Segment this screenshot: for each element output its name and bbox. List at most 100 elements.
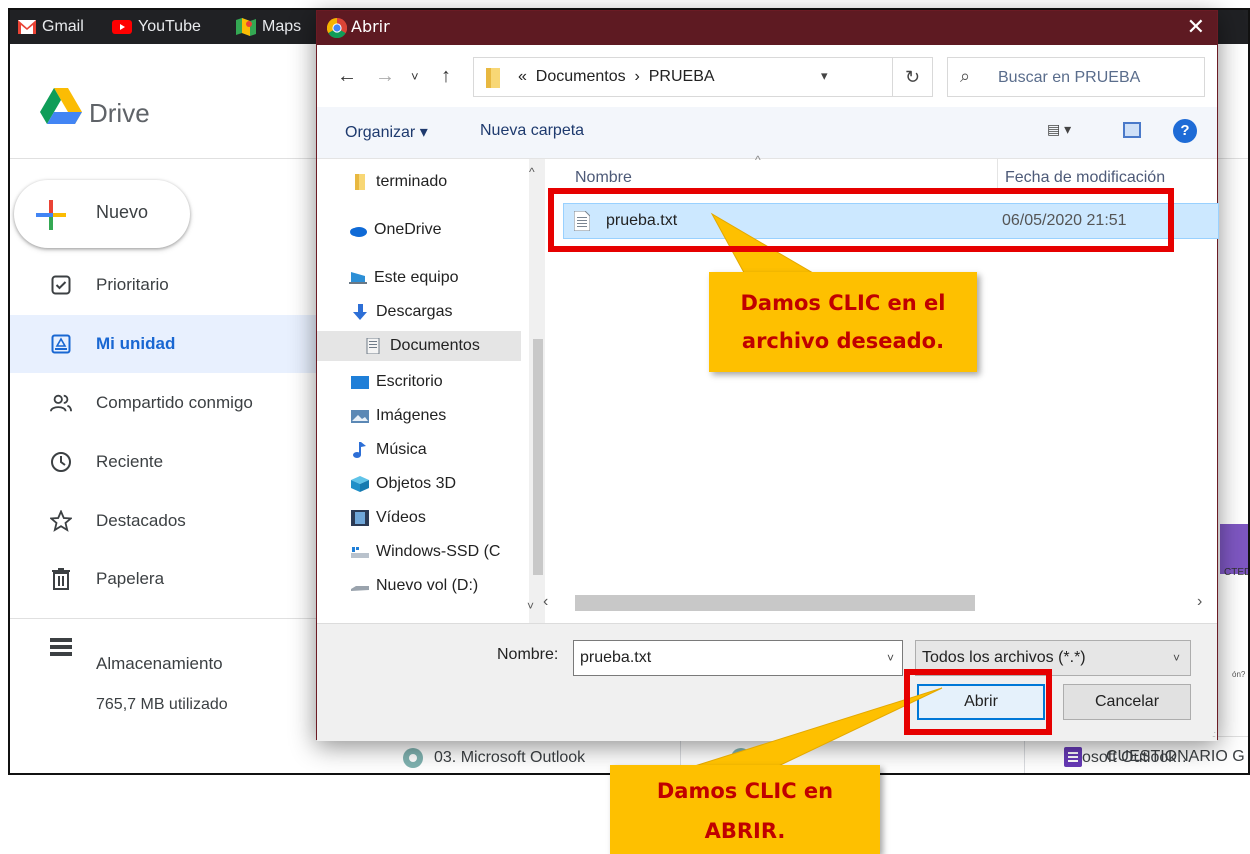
nav-item-prioritario[interactable]: Prioritario: [10, 256, 318, 314]
nav-pane-item[interactable]: Windows-SSD (C: [351, 537, 500, 567]
filename-value: prueba.txt: [580, 649, 652, 666]
forward-arrow-icon[interactable]: →: [375, 65, 395, 88]
breadcrumb: « Documentos › PRUEBA: [518, 68, 715, 86]
view-options-icon[interactable]: ▤ ▾: [1047, 121, 1071, 138]
bookmark-label: YouTube: [138, 18, 201, 35]
callout-line: Damos CLIC en: [656, 779, 834, 803]
nav-pane-item[interactable]: Escritorio: [351, 367, 443, 397]
breadcrumb-item[interactable]: Documentos: [536, 68, 626, 85]
nav-pane-label: Documentos: [390, 337, 480, 354]
scroll-up-icon[interactable]: ^: [529, 165, 535, 179]
close-button[interactable]: ✕: [1187, 14, 1205, 40]
plus-icon: [36, 200, 66, 230]
bookmark-maps[interactable]: Maps: [236, 10, 301, 44]
column-header-date[interactable]: Fecha de modificación: [1005, 169, 1165, 187]
dialog-title: Abrir: [351, 17, 390, 36]
nav-pane-label: Nuevo vol (D:): [376, 577, 479, 594]
new-button[interactable]: Nuevo: [14, 180, 190, 248]
highlight-box: [904, 669, 1052, 735]
my-drive-icon: [50, 333, 72, 355]
nav-pane-item[interactable]: Nuevo vol (D:): [351, 571, 478, 601]
nav-pane-scroll-thumb[interactable]: [533, 339, 543, 575]
callout-box: Damos CLIC en ABRIR.: [610, 765, 880, 854]
help-icon[interactable]: ?: [1173, 119, 1197, 143]
cancel-button[interactable]: Cancelar: [1063, 684, 1191, 720]
resize-grip-icon[interactable]: .:: [1212, 729, 1216, 739]
recent-file[interactable]: 03. Microsoft Outlook: [402, 747, 585, 769]
bookmark-label: Gmail: [42, 18, 84, 35]
bookmark-label: Maps: [262, 18, 302, 35]
breadcrumb-item[interactable]: PRUEBA: [649, 68, 715, 85]
sort-indicator-icon: ^: [755, 153, 761, 167]
drive-logo-icon: [40, 88, 82, 124]
storage-used: 765,7 MB utilizado: [96, 696, 228, 713]
chevron-down-icon[interactable]: ˅: [887, 651, 894, 665]
nav-pane-label: Imágenes: [376, 407, 447, 424]
bookmark-youtube[interactable]: YouTube: [112, 10, 201, 44]
callout-line: archivo deseado.: [741, 329, 945, 353]
back-arrow-icon[interactable]: ←: [337, 65, 357, 88]
bookmark-gmail[interactable]: Gmail: [18, 10, 84, 44]
nav-pane-label: Música: [376, 441, 427, 458]
new-folder-button[interactable]: Nueva carpeta: [480, 122, 584, 140]
scroll-left-icon[interactable]: ‹: [543, 593, 548, 611]
folder-icon: [355, 174, 365, 190]
nav-item-mi-unidad[interactable]: Mi unidad: [10, 315, 318, 373]
strip-divider: [1024, 737, 1025, 773]
organize-menu[interactable]: Organizar ▾: [345, 122, 428, 142]
scroll-right-icon[interactable]: ›: [1197, 593, 1202, 611]
horizontal-scroll-thumb[interactable]: [575, 595, 975, 611]
onedrive-icon: [350, 227, 367, 237]
callout-line: Damos CLIC en el: [740, 291, 946, 315]
highlight-box: [548, 188, 1174, 252]
desktop-icon: [351, 376, 369, 389]
drive-title: Drive: [89, 98, 150, 128]
nav-pane-item[interactable]: Objetos 3D: [351, 469, 456, 499]
search-placeholder: Buscar en PRUEBA: [998, 69, 1141, 86]
storage-icon: [50, 636, 72, 658]
up-arrow-icon[interactable]: ↑: [441, 65, 451, 88]
scroll-down-icon[interactable]: ˅: [527, 599, 534, 613]
nav-item-label: Prioritario: [96, 275, 169, 294]
callout-box: Damos CLIC en el archivo deseado.: [709, 272, 977, 372]
horizontal-scrollbar[interactable]: ‹ ›: [537, 593, 1217, 613]
nav-item-compartido[interactable]: Compartido conmigo: [10, 374, 318, 432]
nav-pane-item[interactable]: terminado: [351, 167, 447, 197]
nav-pane-item[interactable]: OneDrive: [349, 215, 442, 245]
nav-item-reciente[interactable]: Reciente: [10, 433, 318, 491]
nav-pane-item[interactable]: Este equipo: [349, 263, 459, 293]
nav-pane-label: Vídeos: [376, 509, 426, 526]
recent-locations-icon[interactable]: ˅: [411, 69, 419, 84]
nav-item-label: Destacados: [96, 511, 186, 530]
chevron-down-icon[interactable]: ▾: [821, 68, 828, 84]
recent-file-name: 03. Microsoft Outlook: [434, 749, 586, 766]
nav-pane-item[interactable]: Vídeos: [351, 503, 426, 533]
search-input[interactable]: ⌕ Buscar en PRUEBA: [947, 57, 1205, 97]
filename-input[interactable]: prueba.txt ˅: [573, 640, 903, 676]
clock-icon: [50, 451, 72, 473]
music-icon: [353, 442, 366, 458]
nav-pane-label: Descargas: [376, 303, 453, 320]
breadcrumb-overflow[interactable]: «: [518, 68, 527, 85]
nav-item-papelera[interactable]: Papelera: [10, 550, 318, 608]
recent-file-name: CUESTIONARIO G: [1106, 748, 1245, 765]
nav-item-destacados[interactable]: Destacados: [10, 492, 318, 550]
nav-pane-item[interactable]: Descargas: [351, 297, 452, 327]
nav-pane-item[interactable]: Documentos: [317, 331, 521, 361]
recent-file[interactable]: CUESTIONARIO G: [1064, 747, 1245, 767]
videos-icon: [351, 510, 369, 526]
preview-pane-icon[interactable]: [1123, 122, 1141, 138]
nav-pane-item[interactable]: Imágenes: [351, 401, 446, 431]
column-header-name[interactable]: Nombre: [575, 169, 632, 187]
open-file-dialog: Abrir ✕ ← → ˅ ↑ « Documentos › PRUEBA ▾ …: [316, 10, 1219, 741]
chevron-down-icon[interactable]: ˅: [1173, 651, 1180, 665]
drive-d-icon: [351, 586, 369, 591]
star-icon: [50, 510, 72, 532]
address-bar[interactable]: « Documentos › PRUEBA ▾: [473, 57, 893, 97]
storage-label: Almacenamiento: [96, 654, 223, 673]
trash-icon: [50, 568, 72, 590]
refresh-button[interactable]: ↻: [893, 57, 933, 97]
nav-pane-item[interactable]: Música: [351, 435, 427, 465]
nav-item-label: Reciente: [96, 452, 164, 471]
pictures-icon: [351, 410, 369, 423]
